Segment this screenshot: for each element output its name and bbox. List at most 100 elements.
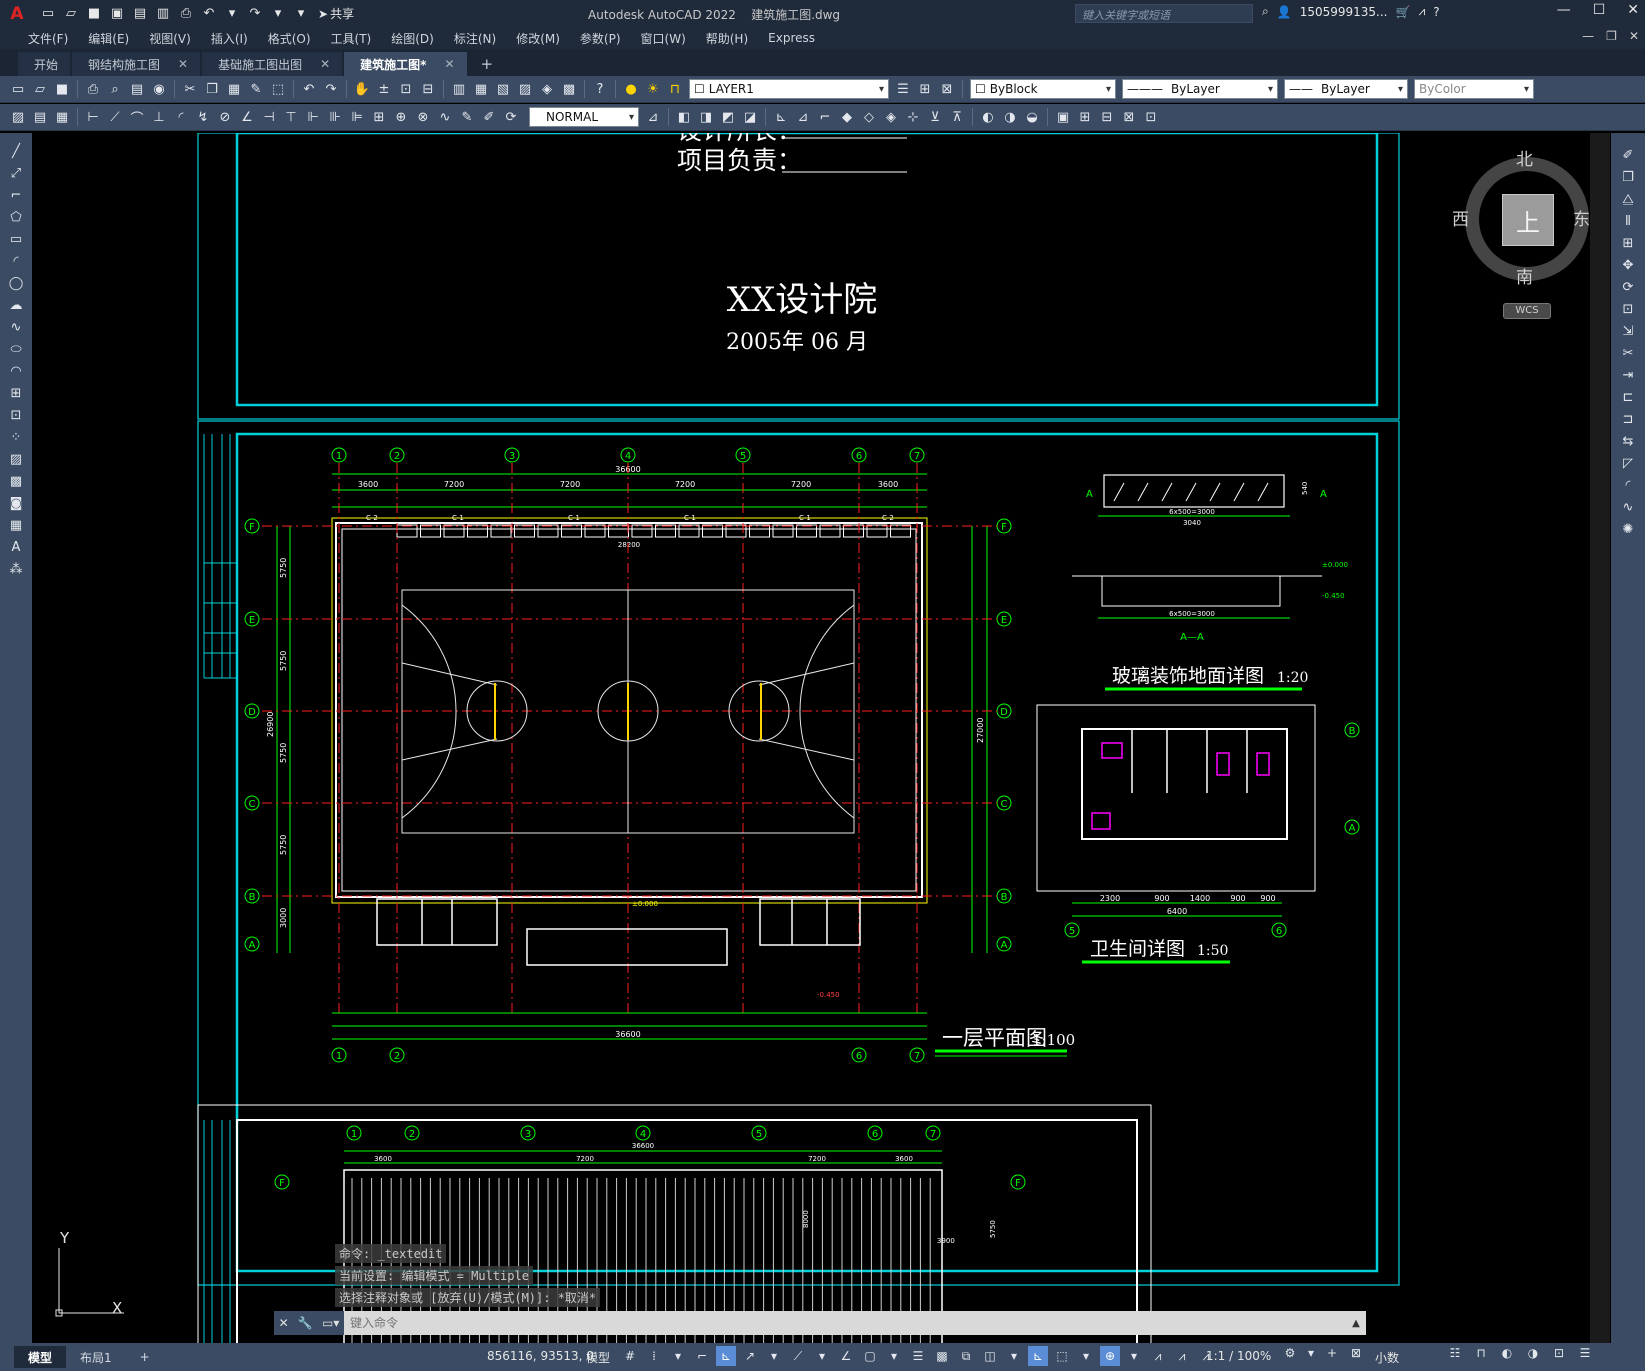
add-layout-icon[interactable]: +: [126, 1346, 164, 1368]
ucs-view-icon[interactable]: ◈: [881, 107, 901, 127]
model-space-toggle[interactable]: 模型: [586, 1349, 610, 1366]
make-current-icon[interactable]: ⊞: [915, 79, 935, 99]
auto-scale-icon[interactable]: ⩘: [1172, 1346, 1192, 1366]
new-file-icon[interactable]: ▭: [38, 5, 58, 23]
add-scale-icon[interactable]: +: [1322, 1346, 1342, 1360]
match-prop-icon[interactable]: ✎: [246, 79, 266, 99]
layer-bulb-icon[interactable]: ●: [621, 79, 641, 99]
menu-edit[interactable]: 编辑(E): [78, 30, 139, 47]
tool-palette-icon[interactable]: ▧: [493, 79, 513, 99]
ellipse-arc-icon[interactable]: ◠: [5, 361, 27, 382]
selection-cycle-icon[interactable]: ⧉: [956, 1346, 976, 1366]
properties-icon[interactable]: ▥: [449, 79, 469, 99]
join-icon[interactable]: ⇆: [1617, 431, 1639, 452]
tab-foundation[interactable]: 基础施工图出图 ✕: [202, 52, 343, 76]
command-input[interactable]: [344, 1312, 1346, 1334]
plot-icon[interactable]: ⎙: [176, 5, 196, 23]
menu-modify[interactable]: 修改(M): [506, 30, 570, 47]
save-web-icon[interactable]: ▥: [153, 5, 173, 23]
redo-dropdown-icon[interactable]: ▾: [268, 5, 288, 23]
dim-linear-icon[interactable]: ⊢: [83, 107, 103, 127]
menu-draw[interactable]: 绘图(D): [381, 30, 444, 47]
dim-style-icon[interactable]: ▨: [8, 107, 28, 127]
compass-north[interactable]: 北: [1516, 145, 1533, 170]
text-style-dropdown[interactable]: NORMAL ▾: [529, 107, 639, 127]
dim-update-icon[interactable]: ⟳: [501, 107, 521, 127]
3d-osnap-dropdown-icon[interactable]: ▾: [1004, 1346, 1024, 1366]
quickcalc-icon[interactable]: ▩: [559, 79, 579, 99]
user-icon[interactable]: 👤: [1277, 5, 1292, 19]
units-dropdown[interactable]: 小数: [1375, 1349, 1399, 1366]
redo-icon[interactable]: ↷: [245, 5, 265, 23]
pan-icon[interactable]: ✋: [352, 79, 372, 99]
filter-dropdown-icon[interactable]: ▾: [1076, 1346, 1096, 1366]
point-icon[interactable]: ⁘: [5, 427, 27, 448]
maximize-icon[interactable]: ☐: [1593, 2, 1606, 18]
autodesk-app-icon[interactable]: ⩘: [1418, 4, 1425, 19]
quick-dim-icon[interactable]: ⊣: [259, 107, 279, 127]
ortho-icon[interactable]: ⊾: [716, 1346, 736, 1366]
menu-tools[interactable]: 工具(T): [321, 30, 382, 47]
break-icon[interactable]: ⊐: [1617, 409, 1639, 430]
customize-command-icon[interactable]: 🔧: [298, 1316, 313, 1330]
workspace-icon[interactable]: ▣: [1053, 107, 1073, 127]
gizmo-dropdown-icon[interactable]: ▾: [1124, 1346, 1144, 1366]
walk-icon[interactable]: ⊡: [1141, 107, 1161, 127]
copy-object-icon[interactable]: ❐: [1617, 167, 1639, 188]
design-center-icon[interactable]: ▦: [471, 79, 491, 99]
dim-baseline-icon[interactable]: ⊤: [281, 107, 301, 127]
save-as-icon[interactable]: ▣: [107, 5, 127, 23]
ucs-world-icon[interactable]: ⊿: [793, 107, 813, 127]
polar-icon[interactable]: ↗: [740, 1346, 760, 1366]
add-selected-icon[interactable]: ⁂: [5, 559, 27, 580]
layer-previous-icon[interactable]: ⊠: [937, 79, 957, 99]
circle-icon[interactable]: ◯: [5, 273, 27, 294]
command-history-toggle-icon[interactable]: ▲: [1346, 1318, 1366, 1329]
transparency-icon[interactable]: ▩: [932, 1346, 952, 1366]
preview-icon[interactable]: ⌕: [105, 79, 125, 99]
gizmo-icon[interactable]: ⊕: [1100, 1346, 1120, 1366]
tab-steel[interactable]: 钢结构施工图 ✕: [72, 52, 201, 76]
cart-icon[interactable]: 🛒: [1395, 5, 1410, 19]
layer-sun-icon[interactable]: ☀: [643, 79, 663, 99]
undo-dropdown-icon[interactable]: ▾: [222, 5, 242, 23]
compass-south[interactable]: 南: [1516, 263, 1533, 288]
region-icon[interactable]: ◙: [5, 493, 27, 514]
zoom-previous-icon[interactable]: ⊟: [418, 79, 438, 99]
osnap-dropdown-icon[interactable]: ▾: [884, 1346, 904, 1366]
close-icon[interactable]: ✕: [1627, 2, 1639, 18]
make-block-icon[interactable]: ⊡: [5, 405, 27, 426]
clean-screen-icon[interactable]: ⊡: [1549, 1346, 1569, 1360]
erase-icon[interactable]: ✐: [1617, 145, 1639, 166]
bring-above-icon[interactable]: ◪: [740, 107, 760, 127]
dim-space-icon[interactable]: ⊪: [325, 107, 345, 127]
line-icon[interactable]: ╱: [5, 141, 27, 162]
dim-aligned-icon[interactable]: ⟋: [105, 107, 125, 127]
inspection-icon[interactable]: ⊗: [413, 107, 433, 127]
dim-radius-icon[interactable]: ◜: [171, 107, 191, 127]
wcs-menu[interactable]: WCS: [1503, 303, 1551, 319]
open-web-icon[interactable]: ▤: [130, 5, 150, 23]
redo-icon[interactable]: ↷: [321, 79, 341, 99]
help-icon[interactable]: ?: [590, 79, 610, 99]
menu-help[interactable]: 帮助(H): [696, 30, 758, 47]
infer-icon[interactable]: ⌐: [692, 1346, 712, 1366]
menu-dimension[interactable]: 标注(N): [444, 30, 506, 47]
minimize-icon[interactable]: —: [1557, 2, 1571, 18]
zoom-window-icon[interactable]: ⊡: [396, 79, 416, 99]
plotstyle-dropdown[interactable]: ByColor ▾: [1414, 79, 1534, 99]
ucs-face-icon[interactable]: ◆: [837, 107, 857, 127]
ucs-3point-icon[interactable]: ⊼: [947, 107, 967, 127]
array-icon[interactable]: ⊞: [1617, 233, 1639, 254]
layer-manager-icon[interactable]: ☰: [893, 79, 913, 99]
menu-parametric[interactable]: 参数(P): [570, 30, 631, 47]
light-icon[interactable]: ◑: [1000, 107, 1020, 127]
iso-dropdown-icon[interactable]: ▾: [812, 1346, 832, 1366]
menu-format[interactable]: 格式(O): [258, 30, 321, 47]
copy-icon[interactable]: ❐: [202, 79, 222, 99]
send-back-icon[interactable]: ◩: [718, 107, 738, 127]
ucs-object-icon[interactable]: ◇: [859, 107, 879, 127]
app-logo[interactable]: A: [4, 3, 30, 25]
user-name[interactable]: 1505999135...: [1300, 5, 1388, 19]
gradient-icon[interactable]: ▩: [5, 471, 27, 492]
